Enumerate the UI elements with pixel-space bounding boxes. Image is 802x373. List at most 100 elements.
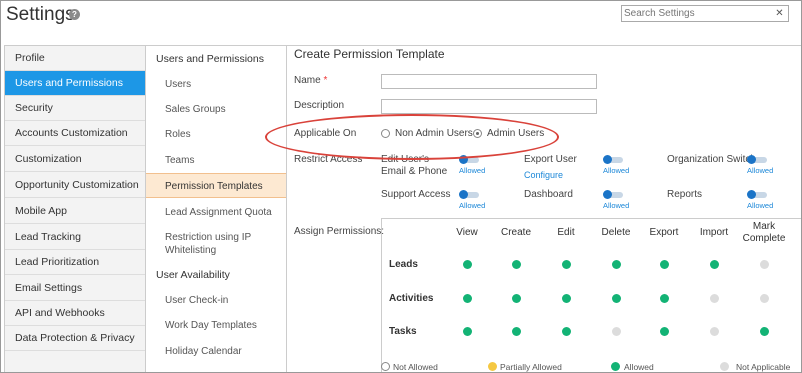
description-label: Description <box>294 100 345 111</box>
assign-permissions-label: Assign Permissions: <box>294 226 385 237</box>
subnav-item-work-day-templates[interactable]: Work Day Templates <box>146 319 286 332</box>
dashboard-label: Dashboard <box>524 189 573 200</box>
row-header-tasks: Tasks <box>389 326 417 337</box>
sidebar-item-lead-tracking[interactable]: Lead Tracking <box>5 225 145 250</box>
organization-switch-state: Allowed <box>747 166 774 175</box>
permission-dot-leads-create[interactable] <box>512 260 521 269</box>
organization-switch-label: Organization Switch <box>667 154 756 165</box>
sidebar-item-opportunity-customization[interactable]: Opportunity Customization <box>5 173 145 198</box>
permission-dot-leads-edit[interactable] <box>562 260 571 269</box>
column-header-import: Import <box>699 227 729 238</box>
permission-dot-leads-export[interactable] <box>660 260 669 269</box>
subnav-item-lead-assignment-quota[interactable]: Lead Assignment Quota <box>146 206 286 219</box>
sidebar-item-customization[interactable]: Customization <box>5 147 145 172</box>
subnav-item-permission-templates[interactable]: Permission Templates <box>146 173 286 198</box>
export-user-label: Export User <box>524 154 577 165</box>
row-header-activities: Activities <box>389 293 434 304</box>
toggle-knob <box>459 190 468 199</box>
required-mark: * <box>323 75 328 86</box>
row-header-leads: Leads <box>389 259 418 270</box>
toggle-knob <box>747 190 756 199</box>
permission-dot-activities-export[interactable] <box>660 294 669 303</box>
description-field[interactable] <box>381 99 597 114</box>
highlight-ellipse <box>265 114 559 160</box>
permission-dot-leads-view[interactable] <box>463 260 472 269</box>
subnav-item-users[interactable]: Users <box>146 78 286 91</box>
reports-state: Allowed <box>747 201 774 210</box>
permission-dot-tasks-create[interactable] <box>512 327 521 336</box>
support-access-toggle[interactable] <box>459 190 479 199</box>
legend: Not Allowed Partially Allowed Allowed No… <box>381 361 801 372</box>
legend-dot-partially-allowed <box>488 362 497 371</box>
permission-dot-tasks-delete[interactable] <box>612 327 621 336</box>
organization-switch-toggle[interactable] <box>747 155 767 164</box>
form-title: Create Permission Template <box>294 47 445 61</box>
legend-dot-not-applicable <box>720 362 729 371</box>
dashboard-state: Allowed <box>603 201 630 210</box>
permission-dot-leads-delete[interactable] <box>612 260 621 269</box>
header: Settings ? ✕ <box>1 1 801 41</box>
sidebar-item-data-protection[interactable]: Data Protection & Privacy <box>5 326 145 351</box>
reports-toggle[interactable] <box>747 190 767 199</box>
permission-dot-tasks-edit[interactable] <box>562 327 571 336</box>
main-content: Create Permission Template Name * Descri… <box>265 45 801 372</box>
toggle-knob <box>747 155 756 164</box>
permission-dot-activities-edit[interactable] <box>562 294 571 303</box>
sidebar-item-users-and-permissions[interactable]: Users and Permissions <box>5 71 145 96</box>
permission-dot-activities-import[interactable] <box>710 294 719 303</box>
permission-dot-leads-import[interactable] <box>710 260 719 269</box>
permission-dot-tasks-import[interactable] <box>710 327 719 336</box>
permission-dot-leads-mark-complete[interactable] <box>760 260 769 269</box>
subnav-heading-users-and-permissions: Users and Permissions <box>156 53 264 65</box>
support-access-state: Allowed <box>459 201 486 210</box>
configure-link[interactable]: Configure <box>524 170 563 180</box>
permission-dot-tasks-view[interactable] <box>463 327 472 336</box>
name-label: Name * <box>294 75 327 86</box>
close-icon[interactable]: ✕ <box>773 7 786 20</box>
subnav-item-user-check-in[interactable]: User Check-in <box>146 294 286 307</box>
sidebar-item-accounts-customization[interactable]: Accounts Customization <box>5 121 145 146</box>
subnav-item-ip-whitelisting[interactable]: Restriction using IP Whitelisting <box>146 231 266 257</box>
legend-label-not-allowed: Not Allowed <box>393 362 438 372</box>
sidebar-item-email-settings[interactable]: Email Settings <box>5 276 145 301</box>
name-field[interactable] <box>381 74 597 89</box>
page-title: Settings <box>6 4 75 25</box>
column-header-edit: Edit <box>557 227 575 238</box>
legend-label-not-applicable: Not Applicable <box>736 362 791 372</box>
subnav-item-holiday-calendar[interactable]: Holiday Calendar <box>146 345 286 358</box>
search-box[interactable]: ✕ <box>621 5 789 22</box>
permission-dot-activities-create[interactable] <box>512 294 521 303</box>
reports-label: Reports <box>667 189 703 200</box>
dashboard-toggle[interactable] <box>603 190 623 199</box>
column-header-delete: Delete <box>601 227 631 238</box>
edit-user-email-phone-state: Allowed <box>459 166 486 175</box>
settings-sidebar: Profile Users and Permissions Security A… <box>4 45 146 372</box>
permission-dot-activities-delete[interactable] <box>612 294 621 303</box>
permission-dot-tasks-export[interactable] <box>660 327 669 336</box>
permission-dot-activities-mark-complete[interactable] <box>760 294 769 303</box>
legend-label-partially-allowed: Partially Allowed <box>500 362 562 372</box>
column-header-export: Export <box>649 227 679 238</box>
search-input[interactable] <box>624 7 764 20</box>
sidebar-item-profile[interactable]: Profile <box>5 46 145 71</box>
sidebar-item-lead-prioritization[interactable]: Lead Prioritization <box>5 250 145 275</box>
settings-window: Settings ? ✕ Profile Users and Permissio… <box>0 0 802 373</box>
sidebar-item-security[interactable]: Security <box>5 96 145 121</box>
permission-dot-activities-view[interactable] <box>463 294 472 303</box>
sub-navigation: Users and Permissions Users Sales Groups… <box>146 45 287 372</box>
export-user-toggle[interactable] <box>603 155 623 164</box>
subnav-heading-user-availability: User Availability <box>156 269 230 281</box>
help-icon[interactable]: ? <box>69 9 80 20</box>
sidebar-item-api-and-webhooks[interactable]: API and Webhooks <box>5 301 145 326</box>
column-header-create: Create <box>500 227 531 238</box>
toggle-knob <box>603 155 612 164</box>
legend-label-allowed: Allowed <box>624 362 654 372</box>
subnav-item-sales-groups[interactable]: Sales Groups <box>146 103 286 116</box>
sidebar-item-mobile-app[interactable]: Mobile App <box>5 199 145 224</box>
legend-dot-not-allowed <box>381 362 390 371</box>
column-header-view: View <box>456 227 478 238</box>
column-header-mark-complete: Mark Complete <box>742 221 786 244</box>
subnav-item-teams[interactable]: Teams <box>146 154 286 167</box>
permission-dot-tasks-mark-complete[interactable] <box>760 327 769 336</box>
support-access-label: Support Access <box>381 189 451 200</box>
